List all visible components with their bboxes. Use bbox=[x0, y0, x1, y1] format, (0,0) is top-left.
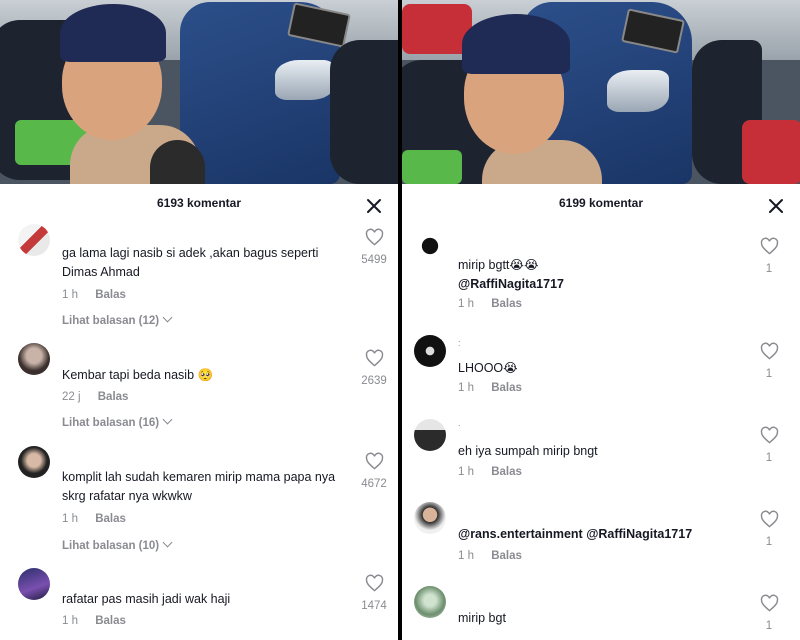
comment-meta: 1 h Balas bbox=[62, 615, 126, 627]
like-button[interactable]: 2639 bbox=[357, 349, 391, 387]
green-panel bbox=[402, 150, 462, 184]
like-count: 1 bbox=[765, 620, 773, 632]
comments-header: 6199 komentar bbox=[402, 184, 800, 222]
view-replies-button[interactable]: Lihat balasan (10) bbox=[62, 537, 173, 552]
video-thumbnail[interactable] bbox=[0, 0, 398, 184]
avatar[interactable] bbox=[18, 343, 50, 375]
like-count: 4672 bbox=[361, 478, 387, 490]
close-icon bbox=[769, 199, 783, 213]
avatar[interactable] bbox=[414, 586, 446, 618]
username: . bbox=[458, 418, 461, 428]
heart-outline-icon bbox=[365, 452, 383, 470]
comment-text: mirip bgtt😭😭 @RaffiNagita1717 bbox=[458, 257, 564, 291]
comment-text: mirip bgt bbox=[458, 611, 506, 625]
red-motorbike bbox=[742, 120, 800, 184]
like-count: 1 bbox=[765, 452, 773, 464]
left-screen: 6193 komentar ga lama lagi nasib si adek… bbox=[0, 0, 398, 640]
like-button[interactable]: 4672 bbox=[357, 452, 391, 490]
video-thumbnail[interactable] bbox=[402, 0, 800, 184]
like-count: 1 bbox=[765, 263, 773, 275]
chevron-down-icon bbox=[162, 414, 173, 425]
heart-outline-icon bbox=[760, 342, 778, 360]
comments-sheet: 6193 komentar ga lama lagi nasib si adek… bbox=[0, 184, 398, 640]
reply-button[interactable]: Balas bbox=[491, 382, 522, 394]
like-button[interactable]: 1 bbox=[752, 594, 786, 632]
username: : bbox=[458, 338, 461, 348]
comment-count: 6199 komentar bbox=[558, 196, 644, 210]
comment-text: LHOOO😭 bbox=[458, 360, 518, 375]
reply-button[interactable]: Balas bbox=[95, 615, 126, 627]
reply-button[interactable]: Balas bbox=[95, 289, 126, 301]
like-button[interactable]: 5499 bbox=[357, 228, 391, 266]
reply-button[interactable]: Balas bbox=[491, 466, 522, 478]
avatar[interactable] bbox=[18, 224, 50, 256]
comment-text: ga lama lagi nasib si adek ,akan bagus s… bbox=[62, 246, 319, 279]
like-count: 1474 bbox=[361, 600, 387, 612]
motorbike bbox=[330, 40, 398, 184]
avatar[interactable] bbox=[414, 419, 446, 451]
avatar[interactable] bbox=[414, 335, 446, 367]
reply-button[interactable]: Balas bbox=[98, 391, 129, 403]
like-button[interactable]: 1 bbox=[752, 237, 786, 275]
like-count: 1 bbox=[765, 536, 773, 548]
like-button[interactable]: 1 bbox=[752, 342, 786, 380]
comment-meta: 1 h Balas bbox=[458, 298, 522, 310]
comments-sheet: 6199 komentar mirip bgtt😭😭 @RaffiNagita1… bbox=[402, 184, 800, 640]
heart-outline-icon bbox=[365, 228, 383, 246]
chevron-down-icon bbox=[162, 312, 173, 323]
like-count: 1 bbox=[765, 368, 773, 380]
reply-button[interactable]: Balas bbox=[95, 513, 126, 525]
like-count: 5499 bbox=[361, 254, 387, 266]
headlight bbox=[275, 60, 335, 100]
comment-text: Kembar tapi beda nasib 🥺 bbox=[62, 367, 214, 382]
heart-outline-icon bbox=[365, 349, 383, 367]
comment-meta: 1 h Balas bbox=[458, 382, 522, 394]
heart-outline-icon bbox=[365, 574, 383, 592]
comment-text: eh iya sumpah mirip bngt bbox=[458, 444, 598, 458]
right-screen: 6199 komentar mirip bgtt😭😭 @RaffiNagita1… bbox=[402, 0, 800, 640]
comments-header: 6193 komentar bbox=[0, 184, 398, 222]
reply-button[interactable]: Balas bbox=[491, 550, 522, 562]
comment-text: @rans.entertainment @RaffiNagita1717 bbox=[458, 527, 693, 541]
comment-meta: 1 h Balas bbox=[62, 513, 126, 525]
avatar[interactable] bbox=[18, 568, 50, 600]
comment-meta: 1 h Balas bbox=[62, 289, 126, 301]
comment-time: 1 h bbox=[62, 513, 78, 525]
comment-meta: 1 h Balas bbox=[458, 466, 522, 478]
like-button[interactable]: 1 bbox=[752, 426, 786, 464]
avatar[interactable] bbox=[414, 502, 446, 534]
comment-time: 22 j bbox=[62, 391, 81, 403]
view-replies-button[interactable]: Lihat balasan (12) bbox=[62, 312, 173, 327]
close-button[interactable] bbox=[364, 193, 384, 213]
avatar[interactable] bbox=[18, 446, 50, 478]
heart-outline-icon bbox=[760, 594, 778, 612]
comment-meta: 22 j Balas bbox=[62, 391, 128, 403]
comment-time: 1 h bbox=[458, 298, 474, 310]
close-button[interactable] bbox=[766, 193, 786, 213]
comment-text: rafatar pas masih jadi wak haji bbox=[62, 592, 231, 606]
comment-time: 1 h bbox=[62, 289, 78, 301]
comment-time: 1 h bbox=[458, 382, 474, 394]
heart-outline-icon bbox=[760, 237, 778, 255]
reply-button[interactable]: Balas bbox=[491, 298, 522, 310]
avatar[interactable] bbox=[414, 230, 446, 262]
like-count: 2639 bbox=[361, 375, 387, 387]
comment-time: 1 h bbox=[62, 615, 78, 627]
heart-outline-icon bbox=[760, 426, 778, 444]
comment-text: komplit lah sudah kemaren mirip mama pap… bbox=[62, 470, 336, 503]
comment-count: 6193 komentar bbox=[156, 196, 242, 210]
chevron-down-icon bbox=[162, 537, 173, 548]
like-button[interactable]: 1474 bbox=[357, 574, 391, 612]
headlight bbox=[607, 70, 669, 112]
comment-meta: 1 h Balas bbox=[458, 550, 522, 562]
like-button[interactable]: 1 bbox=[752, 510, 786, 548]
view-replies-button[interactable]: Lihat balasan (16) bbox=[62, 414, 173, 429]
screenshot-collage: 6193 komentar ga lama lagi nasib si adek… bbox=[0, 0, 800, 640]
heart-outline-icon bbox=[760, 510, 778, 528]
close-icon bbox=[367, 199, 381, 213]
comment-time: 1 h bbox=[458, 466, 474, 478]
comment-time: 1 h bbox=[458, 550, 474, 562]
